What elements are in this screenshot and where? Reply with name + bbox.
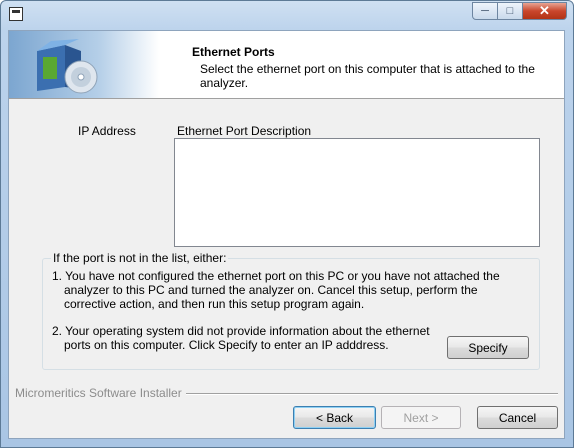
caption-buttons: ─ □ ✕	[472, 2, 567, 21]
next-button[interactable]: Next >	[381, 406, 461, 429]
maximize-button[interactable]: □	[498, 2, 523, 20]
page-title: Ethernet Ports	[192, 45, 275, 59]
help-item-1-line-2: analyzer to this PC and turned the analy…	[64, 283, 478, 297]
ethernet-port-list[interactable]	[174, 138, 540, 247]
page-subtitle: Select the ethernet port on this compute…	[200, 62, 535, 90]
specify-button[interactable]: Specify	[447, 336, 529, 359]
title-bar[interactable]: ─ □ ✕	[1, 1, 573, 29]
back-button[interactable]: < Back	[293, 406, 376, 429]
help-item-2-line-2: ports on this computer. Click Specify to…	[64, 338, 389, 352]
cancel-button[interactable]: Cancel	[477, 406, 558, 429]
maximize-icon: □	[506, 5, 514, 17]
help-item-2-line-1: 2. Your operating system did not provide…	[52, 324, 430, 338]
help-group-caption: If the port is not in the list, either:	[51, 251, 229, 265]
installer-brand-label: Micromeritics Software Installer	[15, 386, 186, 400]
setup-box-icon	[37, 39, 98, 94]
port-description-column-label: Ethernet Port Description	[177, 124, 312, 138]
dialog-client-area: Ethernet Ports Select the ethernet port …	[8, 30, 565, 439]
close-button[interactable]: ✕	[523, 2, 567, 20]
minimize-icon: ─	[481, 5, 489, 17]
minimize-button[interactable]: ─	[472, 2, 498, 20]
installer-separator: Micromeritics Software Installer	[9, 386, 564, 400]
help-item-1-line-1: 1. You have not configured the ethernet …	[52, 269, 500, 283]
close-icon: ✕	[539, 3, 550, 18]
setup-banner-image	[9, 31, 159, 98]
wizard-header: Ethernet Ports Select the ethernet port …	[9, 31, 564, 99]
app-icon[interactable]	[9, 7, 23, 21]
help-item-1-line-3: corrective action, and then run this set…	[64, 297, 365, 311]
installer-window: ─ □ ✕ Ethernet Ports Select the ethernet…	[0, 0, 574, 448]
ip-address-column-label: IP Address	[78, 124, 136, 138]
